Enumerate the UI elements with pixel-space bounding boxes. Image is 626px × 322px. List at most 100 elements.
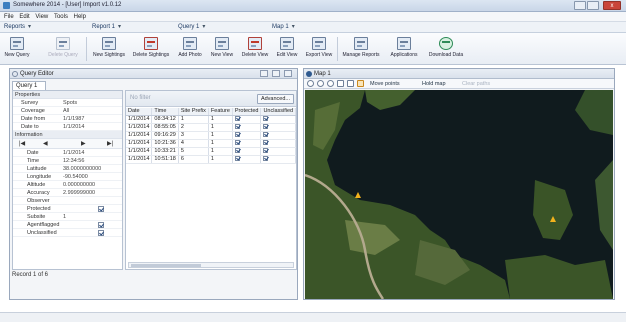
cell-protected[interactable] xyxy=(232,123,262,132)
edit-view-button[interactable]: Edit View xyxy=(274,35,300,63)
scrollbar-thumb[interactable] xyxy=(131,264,201,267)
cell-unclassified[interactable] xyxy=(260,155,296,164)
column-header-protected[interactable]: Protected xyxy=(232,108,262,116)
cell-protected[interactable] xyxy=(232,147,262,156)
tab-query-1[interactable]: Query 1 xyxy=(12,81,46,90)
protected-checkbox[interactable] xyxy=(98,206,104,212)
cell-date[interactable]: 1/1/2014 xyxy=(126,147,153,156)
restore-panel-button[interactable] xyxy=(272,70,280,77)
menu-tools[interactable]: Tools xyxy=(54,12,68,22)
table-row[interactable]: 1/1/2014 10:21:36 4 1 xyxy=(126,139,296,148)
field-row-accuracy[interactable]: Accuracy 2.999999000 xyxy=(13,189,122,197)
protected-checkbox[interactable] xyxy=(234,148,240,154)
next-record-button[interactable]: ▶ xyxy=(81,140,86,147)
zoom-box-icon[interactable] xyxy=(347,80,354,87)
add-photo-button[interactable]: Add Photo xyxy=(176,35,204,63)
table-row[interactable]: 1/1/2014 09:16:29 3 1 xyxy=(126,131,296,140)
table-row[interactable]: 1/1/2014 10:51:18 6 1 xyxy=(126,155,296,164)
menu-help[interactable]: Help xyxy=(74,12,86,22)
pan-icon[interactable] xyxy=(307,80,314,87)
cell-time[interactable]: 10:33:21 xyxy=(151,147,179,156)
layers-icon[interactable] xyxy=(357,80,364,87)
select-icon[interactable] xyxy=(337,80,344,87)
cell-feature[interactable]: 1 xyxy=(208,115,233,124)
cell-date[interactable]: 1/1/2014 xyxy=(126,131,153,140)
delete-view-button[interactable]: Delete View xyxy=(240,35,270,63)
field-row-longitude[interactable]: Longitude -90.54000 xyxy=(13,173,122,181)
cell-time[interactable]: 10:21:36 xyxy=(151,139,179,148)
export-view-button[interactable]: Export View xyxy=(304,35,334,63)
applications-button[interactable]: Applications xyxy=(386,35,422,63)
close-button[interactable]: x xyxy=(603,1,621,10)
move-points-button[interactable]: Move points xyxy=(370,81,400,87)
protected-checkbox[interactable] xyxy=(234,132,240,138)
delete-query-button[interactable]: Delete Query xyxy=(44,35,82,63)
column-header-date[interactable]: Date xyxy=(126,108,153,116)
cell-protected[interactable] xyxy=(232,155,262,164)
field-row-agentflagged[interactable]: Agentflagged xyxy=(13,221,122,229)
field-row-altitude[interactable]: Altitude 0.000000000 xyxy=(13,181,122,189)
horizontal-scrollbar[interactable] xyxy=(128,262,294,268)
table-row[interactable]: 1/1/2014 08:34:12 1 1 xyxy=(126,115,296,124)
cell-protected[interactable] xyxy=(232,139,262,148)
advanced-button[interactable]: Advanced... xyxy=(256,94,294,104)
column-header-time[interactable]: Time xyxy=(151,108,179,116)
field-row-observer[interactable]: Observer xyxy=(13,197,122,205)
unclassified-checkbox[interactable] xyxy=(263,132,269,138)
cell-date[interactable]: 1/1/2014 xyxy=(126,139,153,148)
protected-checkbox[interactable] xyxy=(234,156,240,162)
column-header-feature[interactable]: Feature xyxy=(208,108,233,116)
cell-feature[interactable]: 1 xyxy=(208,123,233,132)
cell-site[interactable]: 2 xyxy=(178,123,209,132)
tab-reports[interactable]: Reports ▾ xyxy=(4,23,31,32)
cell-protected[interactable] xyxy=(232,131,262,140)
unclassified-checkbox[interactable] xyxy=(263,156,269,162)
maximize-button[interactable] xyxy=(587,1,599,10)
agentflagged-checkbox[interactable] xyxy=(98,222,104,228)
cell-site[interactable]: 5 xyxy=(178,147,209,156)
delete-sightings-button[interactable]: Delete Sightings xyxy=(131,35,171,63)
new-view-button[interactable]: New View xyxy=(209,35,235,63)
filter-input[interactable]: No filter xyxy=(130,95,151,101)
cell-time[interactable]: 08:55:05 xyxy=(151,123,179,132)
close-panel-button[interactable] xyxy=(284,70,292,77)
table-row[interactable]: 1/1/2014 10:33:21 5 1 xyxy=(126,147,296,156)
property-row[interactable]: Date to 1/1/2014 xyxy=(13,123,122,131)
cell-date[interactable]: 1/1/2014 xyxy=(126,155,153,164)
cell-feature[interactable]: 1 xyxy=(208,139,233,148)
cell-feature[interactable]: 1 xyxy=(208,147,233,156)
unclassified-checkbox[interactable] xyxy=(98,230,104,236)
tab-report-1[interactable]: Report 1 ▾ xyxy=(92,23,121,32)
cell-site[interactable]: 3 xyxy=(178,131,209,140)
field-row-subsite[interactable]: Subsite 1 xyxy=(13,213,122,221)
protected-checkbox[interactable] xyxy=(234,124,240,130)
first-record-button[interactable]: |◀ xyxy=(19,140,25,147)
menu-file[interactable]: File xyxy=(4,12,14,22)
cell-time[interactable]: 08:34:12 xyxy=(151,115,179,124)
menu-edit[interactable]: Edit xyxy=(19,12,29,22)
new-sightings-button[interactable]: New Sightings xyxy=(90,35,128,63)
manage-reports-button[interactable]: Manage Reports xyxy=(341,35,381,63)
zoom-out-icon[interactable] xyxy=(327,80,334,87)
hold-map-button[interactable]: Hold map xyxy=(422,81,446,87)
property-row[interactable]: Date from 1/1/1987 xyxy=(13,115,122,123)
unclassified-checkbox[interactable] xyxy=(263,116,269,122)
cell-site[interactable]: 1 xyxy=(178,115,209,124)
property-row[interactable]: Survey Spots xyxy=(13,99,122,107)
last-record-button[interactable]: ▶| xyxy=(107,140,113,147)
download-data-button[interactable]: Download Data xyxy=(425,35,467,63)
tab-query-1[interactable]: Query 1 ▾ xyxy=(178,23,205,32)
column-header-site-prefix[interactable]: Site Prefix xyxy=(178,108,209,116)
clear-paths-button[interactable]: Clear paths xyxy=(462,81,490,87)
cell-time[interactable]: 09:16:29 xyxy=(151,131,179,140)
protected-checkbox[interactable] xyxy=(234,140,240,146)
protected-checkbox[interactable] xyxy=(234,116,240,122)
previous-record-button[interactable]: ◀ xyxy=(43,140,48,147)
field-row-time[interactable]: Time 12:34:56 xyxy=(13,157,122,165)
minimize-button[interactable] xyxy=(574,1,586,10)
field-row-date[interactable]: Date 1/1/2014 xyxy=(13,149,122,157)
table-row[interactable]: 1/1/2014 08:55:05 2 1 xyxy=(126,123,296,132)
satellite-map[interactable] xyxy=(305,90,613,299)
zoom-in-icon[interactable] xyxy=(317,80,324,87)
cell-feature[interactable]: 1 xyxy=(208,155,233,164)
